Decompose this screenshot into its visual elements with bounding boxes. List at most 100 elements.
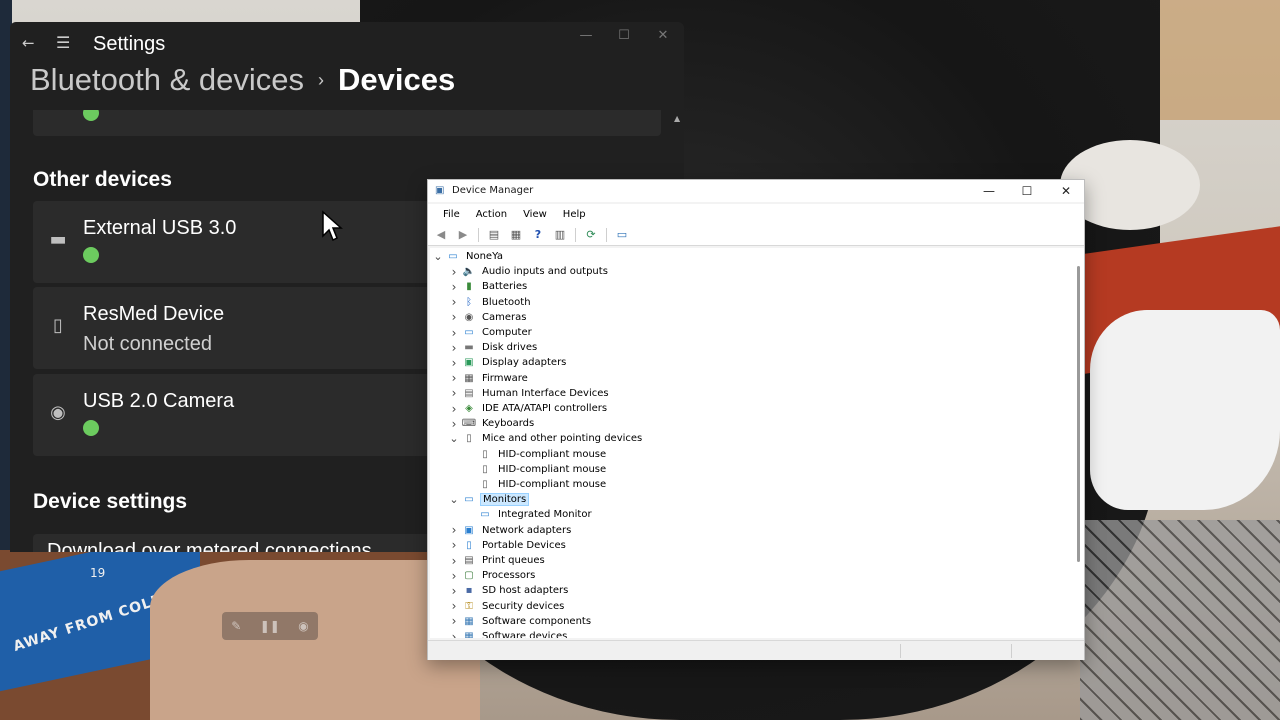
chevron-right-icon[interactable]: › xyxy=(448,554,460,568)
chevron-right-icon[interactable]: › xyxy=(448,280,460,294)
tree-category[interactable]: › ◉ Cameras xyxy=(448,310,528,325)
back-arrow-icon[interactable]: ← xyxy=(22,34,40,52)
tree-category[interactable]: › ⌨ Keyboards xyxy=(448,416,536,431)
chevron-right-icon[interactable]: › xyxy=(448,523,460,537)
tree-category[interactable]: › ⚿ Security devices xyxy=(448,599,566,614)
tree-category[interactable]: ⌄ ▯ Mice and other pointing devices xyxy=(448,431,644,446)
scroll-up-arrow-icon[interactable]: ▲ xyxy=(674,114,680,123)
chevron-down-icon[interactable]: ⌄ xyxy=(448,494,460,505)
tree-category[interactable]: › 🔈 Audio inputs and outputs xyxy=(448,264,610,279)
breadcrumb: Bluetooth & devices › Devices xyxy=(30,62,455,98)
device-settings-heading: Device settings xyxy=(33,490,188,513)
tree-item-label: Monitors xyxy=(480,493,530,507)
settings-titlebar[interactable]: ← ☰ Settings — ☐ ✕ xyxy=(10,22,684,66)
update-driver-icon[interactable]: ⟳ xyxy=(582,227,600,243)
menu-view[interactable]: View xyxy=(515,209,555,220)
chevron-right-icon[interactable]: › xyxy=(448,265,460,279)
tree-device[interactable]: ▯ HID-compliant mouse xyxy=(464,462,608,477)
tree-scrollbar-thumb[interactable] xyxy=(1077,266,1080,562)
portable-device-icon: ▯ xyxy=(466,539,472,551)
properties-icon[interactable]: ▦ xyxy=(507,227,525,243)
tree-item-label: Human Interface Devices xyxy=(482,387,609,399)
tree-scrollbar[interactable] xyxy=(1074,248,1084,638)
tree-device[interactable]: ▯ HID-compliant mouse xyxy=(464,477,608,492)
minimize-button[interactable]: — xyxy=(576,28,596,48)
back-icon[interactable]: ◀ xyxy=(432,227,450,243)
breadcrumb-parent[interactable]: Bluetooth & devices xyxy=(30,62,304,98)
chevron-right-icon[interactable]: › xyxy=(448,295,460,309)
tree-category[interactable]: › ▦ Firmware xyxy=(448,371,530,386)
tree-device[interactable]: ▯ HID-compliant mouse xyxy=(464,447,608,462)
chevron-right-icon[interactable]: › xyxy=(448,356,460,370)
close-button[interactable]: ✕ xyxy=(1051,182,1081,202)
tree-category[interactable]: › ▤ Print queues xyxy=(448,553,547,568)
forward-icon[interactable]: ▶ xyxy=(454,227,472,243)
tree-category[interactable]: › ▬ Disk drives xyxy=(448,340,539,355)
chevron-right-icon[interactable]: › xyxy=(448,326,460,340)
scan-hardware-icon[interactable]: ▭ xyxy=(613,227,631,243)
webcam-toggle-icon[interactable]: ◉ xyxy=(298,619,308,633)
chevron-right-icon[interactable]: › xyxy=(448,417,460,431)
tree-category[interactable]: › ◈ IDE ATA/ATAPI controllers xyxy=(448,401,609,416)
maximize-button[interactable]: ☐ xyxy=(614,28,634,48)
tree-category[interactable]: › ▪ SD host adapters xyxy=(448,583,570,598)
tree-category[interactable]: › ▮ Batteries xyxy=(448,279,529,294)
menu-file[interactable]: File xyxy=(435,209,468,220)
chevron-right-icon[interactable]: › xyxy=(448,569,460,583)
connected-status-icon xyxy=(83,420,99,436)
tree-category[interactable]: › ▣ Network adapters xyxy=(448,523,573,538)
chevron-right-icon[interactable]: › xyxy=(448,614,460,628)
tree-category[interactable]: › ▯ Portable Devices xyxy=(448,538,568,553)
close-button[interactable]: ✕ xyxy=(653,28,673,48)
tree-category[interactable]: ⌄ ▭ Monitors xyxy=(448,492,530,507)
minimize-button[interactable]: — xyxy=(974,182,1004,202)
monitor-icon: ▭ xyxy=(480,509,490,521)
tree-item-label: Batteries xyxy=(482,281,528,293)
status-bar-divider xyxy=(1011,644,1012,658)
ide-controller-icon: ◈ xyxy=(465,403,473,414)
chevron-right-icon[interactable]: › xyxy=(448,630,460,639)
tree-category[interactable]: › ▣ Display adapters xyxy=(448,355,568,370)
keyboard-icon: ⌨ xyxy=(461,418,477,430)
show-action-pane-icon[interactable]: ▥ xyxy=(551,227,569,243)
menu-action[interactable]: Action xyxy=(468,209,515,220)
chevron-right-icon[interactable]: › xyxy=(448,599,460,613)
chevron-right-icon[interactable]: › xyxy=(448,341,460,355)
tree-category[interactable]: › ᛒ Bluetooth xyxy=(448,295,533,310)
tree-category[interactable]: › ▤ Human Interface Devices xyxy=(448,386,611,401)
edit-icon[interactable]: ✎ xyxy=(231,619,241,633)
chevron-right-icon[interactable]: › xyxy=(448,310,460,324)
other-devices-heading: Other devices xyxy=(33,168,172,191)
device-tree[interactable]: ⌄ ▭ NoneYa › 🔈 Audio inputs and outputs › ▮ Batt… xyxy=(430,248,1074,638)
chevron-right-icon[interactable]: › xyxy=(448,538,460,552)
pause-icon[interactable]: ❚❚ xyxy=(260,619,280,633)
tree-root-computer[interactable]: ⌄ ▭ NoneYa xyxy=(432,249,505,264)
chevron-down-icon[interactable]: ⌄ xyxy=(432,251,444,262)
tree-category[interactable]: › ▢ Processors xyxy=(448,568,537,583)
chevron-right-icon[interactable]: › xyxy=(448,386,460,400)
chevron-right-icon[interactable]: › xyxy=(448,402,460,416)
connected-status-icon xyxy=(83,247,99,263)
tree-item-label: HID-compliant mouse xyxy=(498,448,607,460)
device-card-partial[interactable] xyxy=(33,110,661,136)
tree-category[interactable]: › ▦ Software components xyxy=(448,614,593,629)
status-bar xyxy=(428,640,1084,660)
show-hide-console-tree-icon[interactable]: ▤ xyxy=(485,227,503,243)
menu-help[interactable]: Help xyxy=(555,209,594,220)
tree-item-label: Mice and other pointing devices xyxy=(482,433,643,445)
tree-category[interactable]: › ▭ Computer xyxy=(448,325,534,340)
tree-item-label: Disk drives xyxy=(482,342,538,354)
chevron-right-icon[interactable]: › xyxy=(448,371,460,385)
hamburger-menu-icon[interactable]: ☰ xyxy=(56,33,74,52)
maximize-button[interactable]: ☐ xyxy=(1012,182,1042,202)
tree-category[interactable]: › ▦ Software devices xyxy=(448,629,569,639)
media-control-overlay[interactable]: ✎ ❚❚ ◉ xyxy=(222,612,318,640)
chevron-right-icon[interactable]: › xyxy=(448,584,460,598)
tree-item-label: Audio inputs and outputs xyxy=(482,266,608,278)
chevron-down-icon[interactable]: ⌄ xyxy=(448,433,460,444)
tree-device[interactable]: ▭ Integrated Monitor xyxy=(464,507,594,522)
device-manager-titlebar[interactable]: ▣ Device Manager — ☐ ✕ xyxy=(428,180,1084,202)
tree-item-label: Computer xyxy=(482,327,532,338)
page-title: Devices xyxy=(338,62,456,97)
help-icon[interactable]: ? xyxy=(529,227,547,243)
